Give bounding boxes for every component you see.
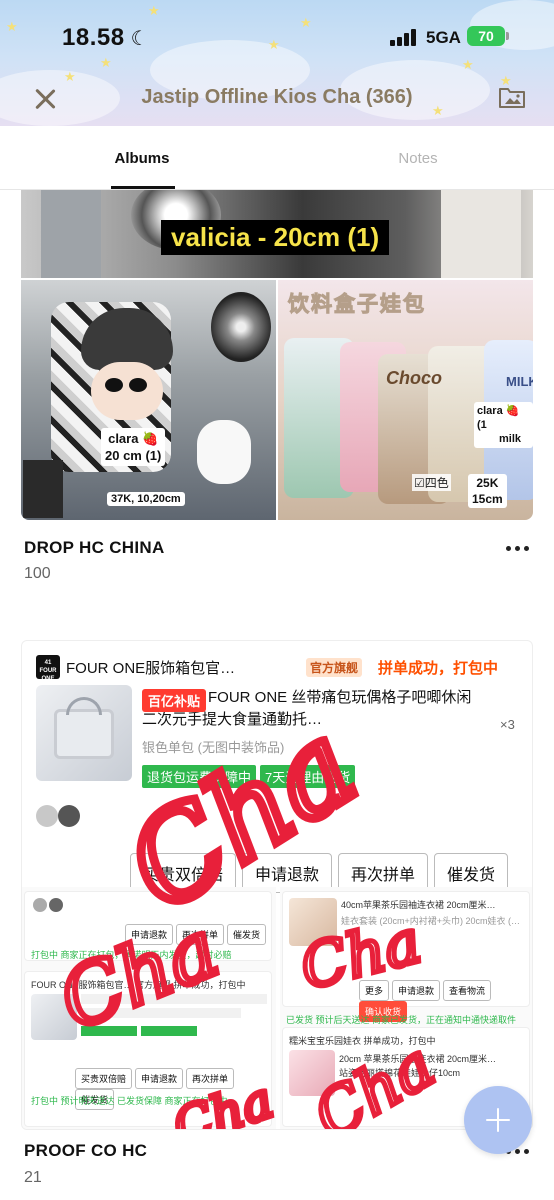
page-title: Jastip Offline Kios Cha (366) xyxy=(141,86,413,108)
mini-reorder-button[interactable]: 再次拼单 xyxy=(176,924,225,945)
mini-item-title: 40cm苹果茶乐园袖连衣裙 20cm厘米… xyxy=(341,900,496,910)
service-tag: 7天无理由退货 xyxy=(260,765,356,788)
order-collage-left: 申请退款 再次拼单 催发货 打包中 商家正在打包，承诺明天内发货，超时必赔 FOUR… xyxy=(22,887,276,1129)
price-tag: 25K 15cm xyxy=(468,474,507,508)
cover-photo-right: 饮料盒子娃包 Choco MILK clara 🍓 (1 milk ☑四色 25… xyxy=(278,280,533,520)
mini-logistics-button[interactable]: 查看物流 xyxy=(443,980,492,1001)
mini-more-button[interactable]: 更多 xyxy=(359,980,390,1001)
active-tab-indicator xyxy=(111,186,175,189)
mini-item-variant: 娃衣套装 (20cm+内衬裙+头巾) 20cm娃衣 (… xyxy=(341,916,521,926)
album-photo-count: 21 xyxy=(24,1169,42,1186)
shop-logo: 41 FOUR ONE xyxy=(36,655,60,682)
shop-name: FOUR ONE服饰箱包官… xyxy=(66,660,236,677)
nav-bar: Jastip Offline Kios Cha (366) xyxy=(0,70,554,126)
tab-notes[interactable]: Notes xyxy=(378,150,458,167)
mini-order-card: 申请退款 再次拼单 催发货 打包中 商家正在打包，承诺明天内发货，超时必赔 xyxy=(24,891,272,961)
product-image xyxy=(36,685,132,781)
mini-reorder-button[interactable]: 再次拼单 xyxy=(186,1068,235,1089)
battery-tip xyxy=(506,32,509,40)
album-title[interactable]: PROOF CO HC xyxy=(24,1141,147,1161)
mini-order-card: FOUR ONE服饰箱包官… 官方旗舰 拼单成功，打包中 买贵双倍赔 申请退款 再次… xyxy=(24,971,272,1127)
status-bar: 18.58 ☾ 5GA 70 xyxy=(0,0,554,70)
album-cover-drop-hc-china[interactable]: valicia - 20cm (1) clara 🍓 20 cm (1) 37K… xyxy=(21,190,533,520)
service-tags: 退货包运费保障中 7天无理由退货 xyxy=(142,765,359,788)
item-quantity: ×3 xyxy=(500,717,515,732)
cover-photo-top: valicia - 20cm (1) xyxy=(21,190,533,278)
battery-icon: 70 xyxy=(467,26,505,46)
service-tag: 退货包运费保障中 xyxy=(142,765,257,788)
cover-banner: 饮料盒子娃包 xyxy=(288,293,426,317)
mini-refund-button[interactable]: 申请退款 xyxy=(135,1068,184,1089)
mini-urge-button[interactable]: 催发货 xyxy=(227,924,267,945)
add-button[interactable] xyxy=(464,1086,532,1154)
signal-icon xyxy=(390,28,420,46)
mini-status-text: 已发货 预计后天送达 商家已发货，正在通知中通快递取件 xyxy=(286,1015,517,1025)
avatar xyxy=(58,805,80,827)
mini-item-title: 20cm 苹果茶乐园袖连衣裙 20cm厘米… xyxy=(339,1054,497,1064)
header: ★ ★ ★ ★ ★ ★ ★ ★ ★ 18.58 ☾ 5GA 70 Jastip O… xyxy=(0,0,554,126)
avatar xyxy=(36,805,58,827)
cover-photo-left: clara 🍓 20 cm (1) 37K, 10,20cm xyxy=(21,280,276,520)
cover-caption: valicia - 20cm (1) xyxy=(161,220,390,255)
promo-badge: 百亿补贴 xyxy=(142,689,207,712)
mini-price-guarantee-button[interactable]: 买贵双倍赔 xyxy=(75,1068,133,1089)
price-tag: 37K, 10,20cm xyxy=(107,492,185,506)
item-variant: 银色单包 (无图中装饰品) xyxy=(142,740,285,755)
mini-refund-button[interactable]: 申请退款 xyxy=(125,924,174,945)
album-folder-icon[interactable] xyxy=(498,84,526,110)
album-cover-proof-co-hc[interactable]: 41 FOUR ONE FOUR ONE服饰箱包官… 官方旗舰 拼单成功，打包中… xyxy=(21,640,533,1130)
close-icon[interactable] xyxy=(28,82,62,116)
mini-status-text: 打包中 商家正在打包，承诺明天内发货，超时必赔 xyxy=(31,950,232,960)
album-photo-count: 100 xyxy=(24,565,51,582)
mini-shop-row: FOUR ONE服饰箱包官… 官方旗舰 拼单成功，打包中 xyxy=(31,980,246,990)
mini-order-card: 40cm苹果茶乐园袖连衣裙 20cm厘米… 娃衣套装 (20cm+内衬裙+头巾)… xyxy=(282,891,530,1022)
status-time: 18.58 ☾ xyxy=(62,24,149,51)
mini-status-text: 打包中 预计明天送达 已发货保障 商家正在打包中 xyxy=(31,1096,228,1106)
mini-item-variant: 站姿洛丽塔棉花娃娃公仔10cm xyxy=(339,1068,461,1078)
order-status: 拼单成功，打包中 xyxy=(378,660,499,677)
variant-checkbox-text: ☑四色 xyxy=(412,474,451,491)
mini-refund-button[interactable]: 申请退款 xyxy=(392,980,441,1001)
album-title[interactable]: DROP HC CHINA xyxy=(24,538,165,558)
moon-icon: ☾ xyxy=(130,28,149,50)
tab-bar: Albums Notes xyxy=(0,126,554,190)
flagship-badge: 官方旗舰 xyxy=(306,658,363,677)
name-tag: clara 🍓 20 cm (1) xyxy=(101,428,166,466)
shop-row: 41 FOUR ONE FOUR ONE服饰箱包官… 官方旗舰 拼单成功，打包中 xyxy=(36,655,526,682)
mini-shop-row: 糯米宝宝乐园娃衣 拼单成功，打包中 xyxy=(289,1036,436,1046)
more-options-icon[interactable] xyxy=(504,538,534,558)
tab-albums[interactable]: Albums xyxy=(100,150,184,167)
name-tag: clara 🍓 (1 milk xyxy=(474,402,533,448)
network-type: 5GA xyxy=(426,28,461,47)
